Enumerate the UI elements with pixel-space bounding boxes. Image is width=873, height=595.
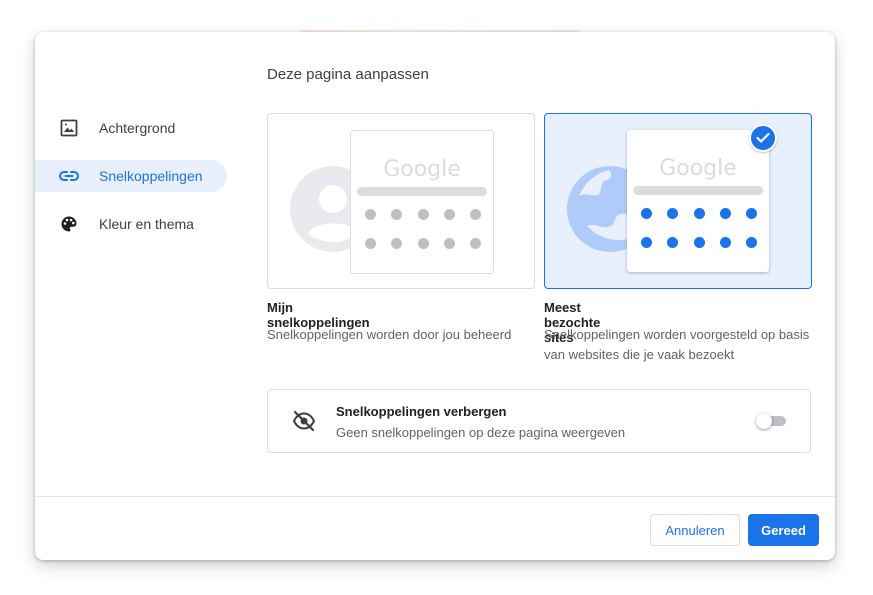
shortcut-dot <box>391 209 403 220</box>
shortcuts-preview: Google <box>627 130 769 272</box>
customize-dialog: Deze pagina aanpassen Achtergrond Snelko… <box>35 32 835 560</box>
sidebar-item-background[interactable]: Achtergrond <box>35 112 227 144</box>
cancel-button[interactable]: Annuleren <box>650 514 740 546</box>
selected-check-icon <box>749 124 777 152</box>
google-logo: Google <box>659 156 737 181</box>
sidebar-item-label: Kleur en thema <box>99 216 194 232</box>
palette-icon <box>59 214 79 234</box>
google-logo: Google <box>383 157 461 182</box>
shortcut-dot <box>693 208 705 219</box>
dialog-title: Deze pagina aanpassen <box>267 66 429 83</box>
search-bar-placeholder <box>633 186 763 195</box>
sidebar-nav: Achtergrond Snelkoppelingen Kleur en the… <box>35 112 227 256</box>
shortcut-dot <box>365 238 376 249</box>
shortcut-dot <box>417 209 429 220</box>
link-icon <box>59 166 79 186</box>
footer-divider <box>35 496 835 497</box>
shortcut-dot <box>667 237 679 248</box>
eye-off-icon <box>292 410 316 437</box>
option-description: Snelkoppelingen worden voorgesteld op ba… <box>544 327 810 362</box>
shortcut-dot <box>443 238 455 249</box>
shortcut-dot <box>443 209 455 220</box>
sidebar-item-label: Snelkoppelingen <box>99 168 203 184</box>
toggle-knob <box>756 413 772 429</box>
image-icon <box>59 118 79 138</box>
sidebar-item-label: Achtergrond <box>99 120 176 136</box>
shortcut-dot <box>391 238 403 249</box>
shortcut-row <box>365 238 481 249</box>
shortcut-dot <box>746 208 757 219</box>
shortcuts-preview: Google <box>350 130 494 274</box>
shortcut-dot <box>365 209 376 220</box>
shortcut-dot <box>693 237 705 248</box>
shortcut-dot <box>667 208 679 219</box>
option-description: Snelkoppelingen worden door jou beheerd <box>267 327 512 342</box>
shortcut-dot <box>641 208 652 219</box>
shortcut-dot <box>470 238 481 249</box>
sidebar-item-shortcuts[interactable]: Snelkoppelingen <box>35 160 227 192</box>
shortcut-dot <box>641 237 652 248</box>
hide-shortcuts-row: Snelkoppelingen verbergen Geen snelkoppe… <box>267 389 811 453</box>
hide-shortcuts-title: Snelkoppelingen verbergen <box>336 404 507 419</box>
sidebar-item-color-theme[interactable]: Kleur en thema <box>35 208 227 240</box>
shortcut-dot <box>470 209 481 220</box>
shortcut-row <box>641 208 757 219</box>
done-button[interactable]: Gereed <box>748 514 819 546</box>
shortcut-row <box>641 237 757 248</box>
shortcut-dot <box>719 208 731 219</box>
shortcut-dot <box>746 237 757 248</box>
shortcut-dot <box>719 237 731 248</box>
shortcut-dot <box>417 238 429 249</box>
shortcut-row <box>365 209 481 220</box>
search-bar-placeholder <box>357 187 487 196</box>
option-my-shortcuts-card[interactable]: Google <box>267 113 535 289</box>
option-most-visited-card[interactable]: Google <box>544 113 812 289</box>
hide-shortcuts-toggle[interactable] <box>756 413 788 429</box>
hide-shortcuts-description: Geen snelkoppelingen op deze pagina weer… <box>336 425 626 440</box>
